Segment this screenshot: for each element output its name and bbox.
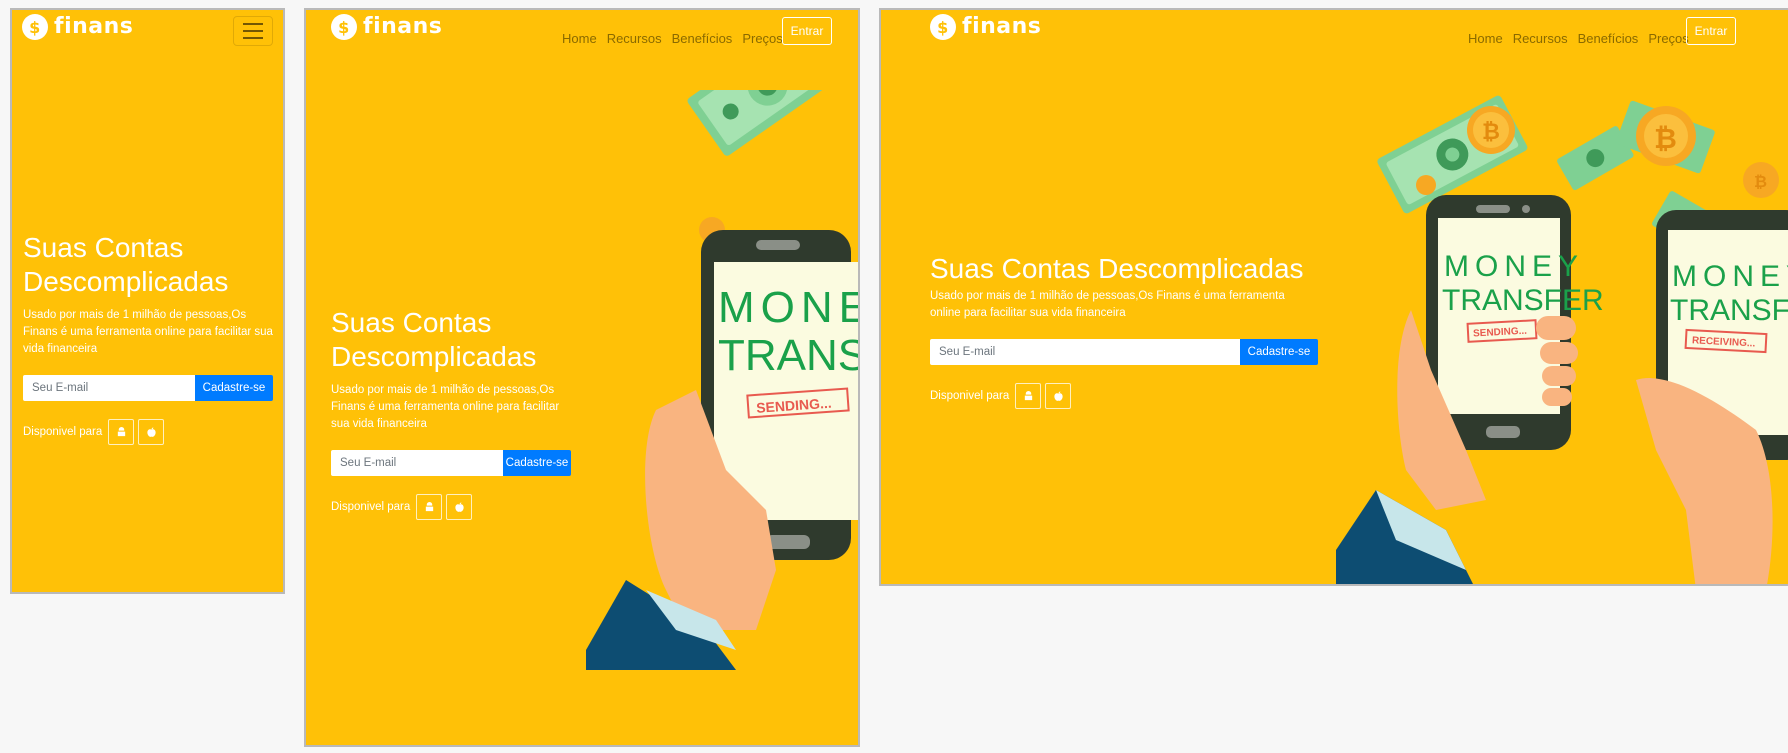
svg-text:₿: ₿ — [1482, 120, 1500, 145]
android-icon — [1024, 390, 1032, 400]
apple-icon — [147, 426, 156, 437]
email-input[interactable] — [23, 375, 195, 401]
banknote-icon — [687, 90, 848, 156]
bitcoin-coin-icon: ₿ — [1636, 106, 1696, 166]
brand-logo[interactable]: $ finans — [22, 14, 133, 40]
nav-item-home[interactable]: Home — [1468, 31, 1503, 46]
phone-text-transfer: TRANSFER — [1442, 284, 1604, 317]
apple-icon — [1054, 390, 1063, 401]
hero-description: Usado por mais de 1 milhão de pessoas,Os… — [930, 290, 1285, 319]
apple-store-button[interactable] — [138, 419, 165, 445]
hero-section: Suas Contas Descomplicadas Usado por mai… — [23, 231, 273, 445]
nav-item-recursos[interactable]: Recursos — [607, 31, 662, 46]
android-store-button[interactable] — [416, 494, 443, 520]
hero-section: Suas Contas Descomplicadas Usado por mai… — [930, 252, 1318, 409]
signup-form: Cadastre-se — [331, 450, 571, 476]
available-platforms: Disponivel para — [23, 419, 273, 445]
hero-section: Suas Contas Descomplicadas Usado por mai… — [331, 306, 571, 520]
brand-name: finans — [363, 13, 443, 39]
nav-item-beneficios[interactable]: Benefícios — [1578, 31, 1639, 46]
menu-toggle-button[interactable] — [233, 16, 273, 46]
money-transfer-illustration: ₿ ₿ ₿ MONEY TRANSFER SENDING... MONE TRA… — [1336, 95, 1788, 584]
desktop-preview-frame: ₿ ₿ ₿ MONEY TRANSFER SENDING... MONE TRA… — [879, 8, 1788, 586]
main-nav: Home Recursos Benefícios Preços — [562, 31, 783, 46]
signup-button[interactable]: Cadastre-se — [503, 450, 571, 476]
phone-text-money: MONEY — [1444, 250, 1584, 283]
hero-title: Suas Contas Descomplicadas — [23, 232, 229, 297]
android-store-button[interactable] — [1015, 383, 1042, 409]
phone-text-transfer: TRANSFER — [1670, 294, 1788, 327]
available-platforms: Disponivel para — [930, 383, 1318, 409]
apple-store-button[interactable] — [446, 494, 473, 520]
tablet-preview-frame: MONEY TRANSFER SENDING... $ finans Home … — [304, 8, 860, 747]
money-transfer-illustration: MONEY TRANSFER SENDING... — [586, 90, 860, 670]
bitcoin-coin-icon: ₿ — [1743, 162, 1779, 198]
hamburger-line-icon — [243, 23, 263, 25]
email-input[interactable] — [930, 339, 1240, 365]
hamburger-line-icon — [243, 30, 263, 32]
phone-text-money: MONEY — [718, 283, 860, 332]
signup-button[interactable]: Cadastre-se — [195, 375, 273, 401]
login-button[interactable]: Entrar — [1686, 17, 1736, 45]
hero-description: Usado por mais de 1 milhão de pessoas,Os… — [23, 309, 273, 355]
hamburger-line-icon — [243, 37, 263, 39]
main-nav: Home Recursos Benefícios Preços — [1468, 31, 1689, 46]
phone-illustration: MONEY TRANSFER SENDING... — [1426, 195, 1604, 450]
apple-store-button[interactable] — [1045, 383, 1072, 409]
brand-logo[interactable]: $ finans — [331, 14, 442, 40]
email-input[interactable] — [331, 450, 503, 476]
nav-item-recursos[interactable]: Recursos — [1513, 31, 1568, 46]
brand-logo[interactable]: $ finans — [930, 14, 1041, 40]
signup-form: Cadastre-se — [23, 375, 273, 401]
hero-title: Suas Contas Descomplicadas — [930, 253, 1304, 284]
available-label: Disponivel para — [331, 501, 411, 513]
android-icon — [425, 501, 433, 511]
login-button[interactable]: Entrar — [782, 17, 832, 45]
bitcoin-coin-icon: ₿ — [1467, 106, 1515, 154]
nav-item-precos[interactable]: Preços — [742, 31, 782, 46]
svg-text:₿: ₿ — [1754, 172, 1767, 191]
nav-item-precos[interactable]: Preços — [1648, 31, 1688, 46]
nav-item-beneficios[interactable]: Benefícios — [672, 31, 733, 46]
android-icon — [117, 426, 125, 436]
available-label: Disponivel para — [930, 390, 1010, 402]
dollar-coin-icon: $ — [930, 14, 956, 40]
signup-button[interactable]: Cadastre-se — [1240, 339, 1318, 365]
nav-item-home[interactable]: Home — [562, 31, 597, 46]
signup-form: Cadastre-se — [930, 339, 1318, 365]
brand-name: finans — [962, 13, 1042, 39]
available-platforms: Disponivel para — [331, 494, 571, 520]
svg-text:₿: ₿ — [1654, 122, 1677, 155]
apple-icon — [455, 501, 464, 512]
hero-title: Suas Contas Descomplicadas — [331, 307, 537, 372]
brand-name: finans — [54, 13, 134, 39]
phone-text-transfer: TRANSFER — [718, 331, 860, 380]
mobile-preview-frame: $ finans Suas Contas Descomplicadas Usad… — [10, 8, 285, 594]
android-store-button[interactable] — [108, 419, 135, 445]
hero-description: Usado por mais de 1 milhão de pessoas,Os… — [331, 384, 560, 430]
phone-text-money: MONEY — [1672, 260, 1788, 293]
dollar-coin-icon: $ — [22, 14, 48, 40]
available-label: Disponivel para — [23, 426, 103, 438]
bitcoin-coin-icon — [1416, 175, 1436, 195]
dollar-coin-icon: $ — [331, 14, 357, 40]
